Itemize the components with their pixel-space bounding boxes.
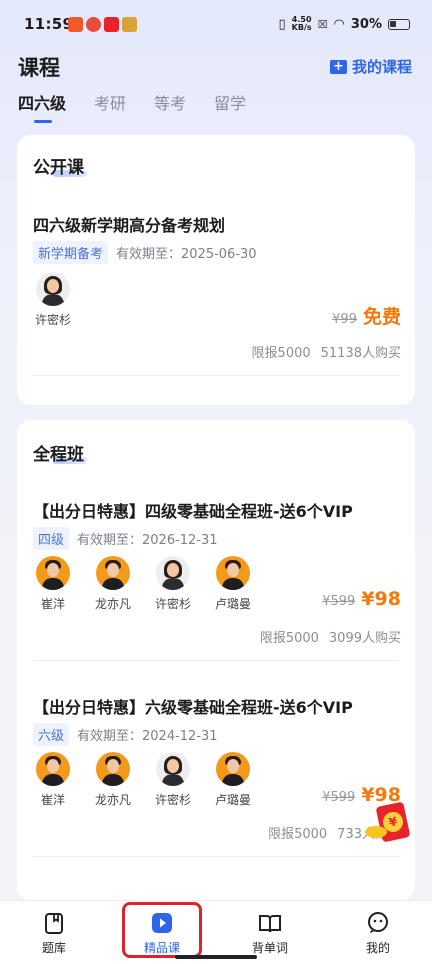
avatar xyxy=(156,556,190,590)
teacher: 许密杉 xyxy=(155,556,191,612)
notification-app-icon xyxy=(122,17,137,32)
net-speed: 4.50 KB/s xyxy=(292,16,312,32)
original-price: ¥99 xyxy=(332,312,357,327)
divider xyxy=(33,856,399,857)
net-speed-unit: KB/s xyxy=(291,23,312,32)
question-bank-icon xyxy=(45,913,63,934)
nav-item-profile[interactable]: 我的 xyxy=(324,901,432,964)
validity-date: 有效期至：2024-12-31 xyxy=(77,729,218,744)
tab-cet46[interactable]: 四六级 xyxy=(18,90,66,124)
enroll-limit: 限报5000 xyxy=(251,346,311,361)
tab-rank-exam[interactable]: 等考 xyxy=(154,90,186,124)
wifi-icon: ◠ xyxy=(333,16,345,32)
price: ¥599 ¥98 xyxy=(322,588,401,610)
buyer-count: 51138人购买 xyxy=(320,346,401,361)
teacher-name: 许密杉 xyxy=(35,313,72,327)
teacher: 许密杉 xyxy=(35,272,71,328)
course-tag-row: 四级 有效期至：2026-12-31 xyxy=(33,527,218,550)
teacher-name: 许密杉 xyxy=(155,793,192,807)
course-stats: 限报5000 51138人购买 xyxy=(252,342,401,361)
teacher-name: 龙亦凡 xyxy=(95,597,132,611)
avatar xyxy=(96,556,130,590)
teacher-name: 许密杉 xyxy=(155,597,192,611)
course-tag-row: 六级 有效期至：2024-12-31 xyxy=(33,723,218,746)
teacher: 龙亦凡 xyxy=(95,556,131,612)
sim-off-icon: ☒ xyxy=(317,17,328,31)
course-item[interactable]: 【出分日特惠】六级零基础全程班-送6个VIP 六级 有效期至：2024-12-3… xyxy=(17,616,415,857)
header: 课程 + 我的课程 xyxy=(0,50,432,90)
category-tabs: 四六级 考研 等考 留学 xyxy=(18,90,246,124)
vibrate-icon: ▯ xyxy=(278,16,286,32)
nav-label: 我的 xyxy=(365,941,390,955)
course-tag: 新学期备考 xyxy=(33,241,109,264)
validity-date: 有效期至：2026-12-31 xyxy=(77,533,218,548)
page-title: 课程 xyxy=(18,56,60,80)
avatar xyxy=(216,556,250,590)
course-item[interactable]: 四六级新学期高分备考规划 新学期备考 有效期至：2025-06-30 许密杉 ¥… xyxy=(17,135,415,405)
teacher-name: 卢璐曼 xyxy=(215,793,252,807)
battery-percent: 30% xyxy=(350,16,382,32)
original-price: ¥599 xyxy=(322,594,356,609)
status-bar: 11:59 ▯ 4.50 KB/s ☒ ◠ 30% xyxy=(0,0,432,50)
teacher-name: 龙亦凡 xyxy=(95,793,132,807)
tab-study-abroad[interactable]: 留学 xyxy=(214,90,246,124)
notification-app-icon xyxy=(86,17,101,32)
avatar xyxy=(36,556,70,590)
teacher: 崔洋 xyxy=(35,752,71,808)
book-icon xyxy=(259,915,281,933)
tab-postgrad[interactable]: 考研 xyxy=(94,90,126,124)
teacher-name: 崔洋 xyxy=(40,793,65,807)
nav-label: 背单词 xyxy=(251,941,288,955)
avatar xyxy=(156,752,190,786)
course-title: 【出分日特惠】六级零基础全程班-送6个VIP xyxy=(33,698,353,717)
profile-chat-icon xyxy=(368,912,388,933)
teacher: 龙亦凡 xyxy=(95,752,131,808)
full-course-card: 全程班 【出分日特惠】四级零基础全程班-送6个VIP 四级 有效期至：2026-… xyxy=(17,420,415,900)
teacher-list: 许密杉 xyxy=(35,272,71,328)
avatar xyxy=(216,752,250,786)
notification-app-icon xyxy=(104,17,119,32)
divider xyxy=(33,375,399,376)
teacher-list: 崔洋 龙亦凡 许密杉 卢璐曼 xyxy=(35,556,251,612)
folder-plus-icon: + xyxy=(329,59,347,74)
my-courses-button[interactable]: + 我的课程 xyxy=(329,56,412,77)
teacher-list: 崔洋 龙亦凡 许密杉 卢璐曼 xyxy=(35,752,251,808)
teacher-name: 卢璐曼 xyxy=(215,597,252,611)
highlight-annotation xyxy=(122,902,202,958)
avatar xyxy=(36,752,70,786)
course-tag: 六级 xyxy=(33,723,70,746)
enroll-limit: 限报5000 xyxy=(268,827,328,842)
original-price: ¥599 xyxy=(322,790,356,805)
validity-date: 有效期至：2025-06-30 xyxy=(116,247,257,262)
course-tag-row: 新学期备考 有效期至：2025-06-30 xyxy=(33,241,257,264)
avatar xyxy=(36,272,70,306)
course-title: 【出分日特惠】四级零基础全程班-送6个VIP xyxy=(33,502,353,521)
teacher: 卢璐曼 xyxy=(215,556,251,612)
nav-item-question-bank[interactable]: 题库 xyxy=(0,901,108,964)
my-courses-label: 我的课程 xyxy=(351,58,412,76)
current-price: ¥98 xyxy=(361,588,401,610)
status-time: 11:59 xyxy=(24,15,74,33)
status-right: ▯ 4.50 KB/s ☒ ◠ 30% xyxy=(279,16,410,32)
red-packet-icon[interactable]: ¥ xyxy=(365,798,411,844)
teacher: 崔洋 xyxy=(35,556,71,612)
course-tag: 四级 xyxy=(33,527,70,550)
open-course-card: 公开课 四六级新学期高分备考规划 新学期备考 有效期至：2025-06-30 许… xyxy=(17,135,415,405)
teacher: 卢璐曼 xyxy=(215,752,251,808)
teacher: 许密杉 xyxy=(155,752,191,808)
avatar xyxy=(96,752,130,786)
course-title: 四六级新学期高分备考规划 xyxy=(33,216,226,235)
price: ¥99 免费 xyxy=(332,302,401,329)
battery-icon xyxy=(388,18,410,30)
notification-app-icon xyxy=(68,17,83,32)
nav-label: 题库 xyxy=(41,941,66,955)
current-price: 免费 xyxy=(362,306,401,328)
teacher-name: 崔洋 xyxy=(40,597,65,611)
home-indicator xyxy=(175,955,257,959)
